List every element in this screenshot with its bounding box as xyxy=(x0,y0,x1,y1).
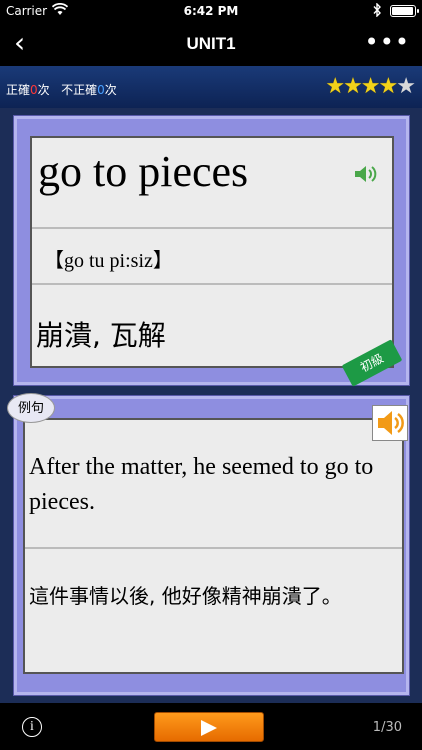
example-tag: 例句 xyxy=(7,393,55,423)
correct-count: 0 xyxy=(30,83,38,97)
star-icon[interactable]: ★ xyxy=(343,74,363,99)
page-title: UNIT1 xyxy=(186,34,236,53)
star-icon[interactable]: ★ xyxy=(396,74,416,99)
divider xyxy=(32,283,392,285)
example-card-inner: After the matter, he seemed to go to pie… xyxy=(23,418,404,674)
phonetic-text: 【go tu pi:siz】 xyxy=(44,250,173,272)
answer-counts: 正確0次 不正確0次 xyxy=(6,81,117,98)
nav-bar: ‹ UNIT1 ••• xyxy=(0,22,422,66)
star-rating[interactable]: ★★★★★ xyxy=(325,74,416,99)
play-button[interactable] xyxy=(154,712,264,742)
status-bar: Carrier 6:42 PM xyxy=(0,0,422,22)
example-card: After the matter, he seemed to go to pie… xyxy=(7,393,409,695)
stats-bar: 正確0次 不正確0次 ★★★★★ xyxy=(0,66,422,108)
times-unit: 次 xyxy=(37,83,50,97)
example-sentence: After the matter, he seemed to go to pie… xyxy=(29,454,374,515)
word-text: go to pieces xyxy=(38,147,249,196)
play-icon xyxy=(201,720,217,736)
speaker-icon[interactable] xyxy=(354,164,378,188)
word-card-inner: go to pieces 【go tu pi:siz】 崩潰, 瓦解 xyxy=(30,136,394,368)
correct-label: 正確 xyxy=(6,83,31,97)
speaker-icon xyxy=(378,411,404,435)
info-icon[interactable]: i xyxy=(22,717,42,737)
word-card: go to pieces 【go tu pi:siz】 崩潰, 瓦解 初級 xyxy=(14,116,409,387)
example-speaker-button[interactable] xyxy=(372,405,408,441)
bottom-toolbar: i 1/30 xyxy=(0,703,422,750)
divider xyxy=(25,547,402,549)
page-counter: 1/30 xyxy=(372,720,402,735)
example-translation: 這件事情以後, 他好像精神崩潰了。 xyxy=(29,584,342,608)
battery-icon xyxy=(390,5,419,17)
bluetooth-icon xyxy=(372,2,382,20)
incorrect-count: 0 xyxy=(97,83,105,97)
divider xyxy=(32,227,392,229)
clock: 6:42 PM xyxy=(183,4,239,18)
incorrect-label: 不正確 xyxy=(61,83,98,97)
meaning-text: 崩潰, 瓦解 xyxy=(36,319,166,352)
more-menu-button[interactable]: ••• xyxy=(365,28,410,56)
star-icon[interactable]: ★ xyxy=(361,74,381,99)
times-unit: 次 xyxy=(104,83,117,97)
